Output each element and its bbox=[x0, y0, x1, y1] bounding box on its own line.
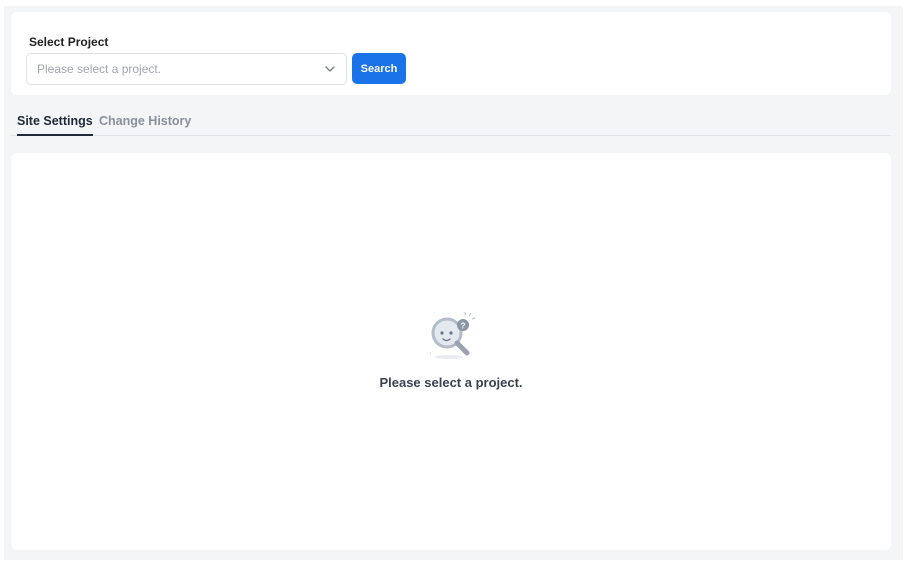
chevron-down-icon bbox=[324, 63, 336, 75]
magnifier-question-icon: ? bbox=[425, 311, 477, 363]
content-card: ? Please select a project. bbox=[11, 153, 891, 550]
tab-change-history[interactable]: Change History bbox=[99, 114, 191, 134]
project-select-placeholder: Please select a project. bbox=[37, 62, 162, 76]
project-filter-card: Select Project Please select a project. … bbox=[11, 12, 891, 95]
tab-site-settings[interactable]: Site Settings bbox=[17, 114, 93, 136]
svg-text:?: ? bbox=[461, 322, 466, 331]
empty-state-message: Please select a project. bbox=[379, 375, 523, 390]
search-button[interactable]: Search bbox=[352, 53, 406, 84]
tab-bar: Site Settings Change History bbox=[11, 110, 891, 136]
page-frame: Select Project Please select a project. … bbox=[4, 6, 903, 560]
select-project-label: Select Project bbox=[29, 35, 109, 49]
project-select[interactable]: Please select a project. bbox=[26, 53, 347, 85]
